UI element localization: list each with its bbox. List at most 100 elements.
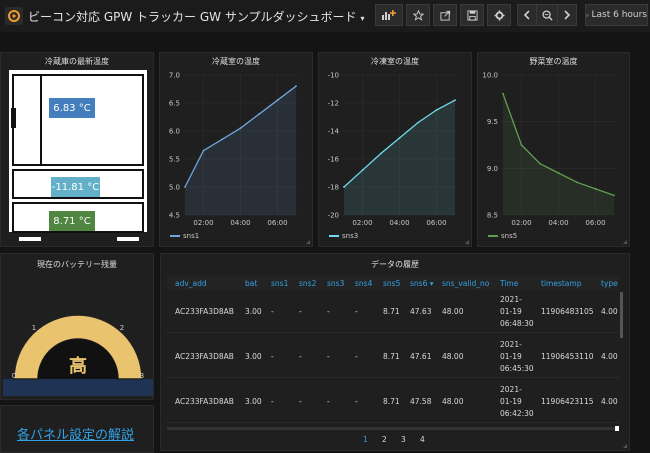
data-point[interactable]	[276, 99, 279, 102]
data-point[interactable]	[380, 152, 382, 155]
column-header[interactable]: Time	[500, 279, 518, 288]
share-icon	[439, 10, 450, 21]
data-point[interactable]	[594, 187, 597, 190]
data-point[interactable]	[417, 121, 419, 124]
data-point[interactable]	[435, 109, 438, 111]
time-range-picker[interactable]: Last 6 hours	[585, 4, 648, 26]
chevron-right-icon	[564, 10, 571, 20]
data-point[interactable]	[576, 181, 578, 184]
table-cell-sns4: -	[355, 397, 358, 406]
data-point[interactable]	[539, 162, 541, 165]
star-button[interactable]	[406, 4, 430, 26]
legend-swatch	[170, 235, 180, 237]
gauge-value: 高	[69, 355, 87, 377]
table-cell-adv-add: AC233FA3D8AB	[175, 307, 234, 316]
column-header[interactable]: sns1	[271, 279, 288, 288]
table-cell-time: 06:42:30	[500, 409, 534, 418]
column-header[interactable]: sns2	[299, 279, 316, 288]
x-tick-label: 04:00	[548, 219, 568, 227]
table-header: adv_add bat sns1 sns2 sns3 sns4 sns5 sns…	[167, 276, 619, 290]
zoom-out-button[interactable]	[536, 4, 558, 26]
data-point[interactable]	[613, 194, 615, 197]
page-link-2[interactable]: 2	[382, 435, 387, 444]
save-button[interactable]	[460, 4, 484, 26]
add-panel-icon	[382, 10, 396, 20]
column-header[interactable]: bat	[245, 279, 257, 288]
data-point[interactable]	[502, 92, 504, 95]
resize-handle[interactable]	[306, 240, 310, 244]
page-link-3[interactable]: 3	[401, 435, 406, 444]
column-header[interactable]: sns4	[355, 279, 372, 288]
table-cell-valid: 48.00	[442, 397, 464, 406]
veg-temp-chart-panel: 野菜室の温度 10.0 9.5 9.0 8.5 02:00 04:00 06:00 sns5	[477, 52, 630, 247]
caret-down-icon[interactable]: ▾	[360, 14, 364, 23]
y-tick-label: -14	[328, 128, 340, 136]
share-button[interactable]	[433, 4, 457, 26]
page-link-4[interactable]: 4	[420, 435, 425, 444]
table-cell-sns4: -	[355, 352, 358, 361]
data-point[interactable]	[202, 149, 205, 152]
settings-button[interactable]	[487, 4, 511, 26]
save-icon	[466, 9, 478, 21]
column-header[interactable]: sns6 ▾	[410, 279, 434, 288]
x-tick-label: 06:00	[267, 219, 287, 227]
vertical-scrollbar[interactable]	[620, 292, 623, 338]
legend-swatch	[488, 235, 498, 237]
data-point[interactable]	[454, 99, 456, 102]
gauge-tick-1: 1	[32, 324, 36, 332]
table-cell-sns1: -	[271, 307, 274, 316]
table-cell-sns6: 47.58	[410, 397, 432, 406]
table-cell-time: 01-19	[500, 352, 522, 361]
time-range-label: Last 6 hours	[591, 10, 648, 20]
resize-handle[interactable]	[465, 240, 469, 244]
panel-guide-link[interactable]: 各パネル設定の解説	[17, 424, 134, 443]
table-row: AC233FA3D8AB 3.00- - - -8.71 47.61 48.00 119064…	[167, 335, 619, 378]
y-tick-label: 5.5	[169, 156, 180, 164]
add-panel-button[interactable]	[375, 4, 403, 26]
y-tick-label: 6.5	[169, 100, 180, 108]
gauge-tick-0: 0	[12, 372, 16, 380]
dashboard-title[interactable]: ビーコン対応 GPW トラッカー GW サンプルダッシュボード ▾	[28, 8, 364, 25]
page-link-1[interactable]: 1	[363, 435, 368, 444]
table-cell-bat: 3.00	[245, 307, 262, 316]
column-header[interactable]: sns_valid_no	[442, 279, 489, 288]
table-cell-type: 4.00	[601, 352, 618, 361]
column-header[interactable]: sns5	[383, 279, 400, 288]
column-header[interactable]: sns3	[327, 279, 344, 288]
time-forward-button[interactable]	[557, 4, 577, 26]
data-point[interactable]	[184, 186, 186, 188]
scrollbar-thumb[interactable]	[615, 426, 619, 431]
table-cell-sns2: -	[299, 307, 302, 316]
y-tick-label: 4.5	[169, 212, 180, 220]
chart-legend[interactable]: sns5	[488, 232, 517, 240]
legend-label: sns5	[501, 232, 518, 240]
x-tick-label: 02:00	[193, 219, 213, 227]
data-point[interactable]	[221, 138, 223, 141]
data-point[interactable]	[520, 144, 523, 146]
data-point[interactable]	[361, 169, 364, 172]
table-cell-sns4: -	[355, 307, 358, 316]
resize-handle[interactable]	[623, 444, 627, 448]
data-point[interactable]	[295, 85, 297, 88]
column-header[interactable]: timestamp	[541, 279, 581, 288]
horizontal-scrollbar[interactable]	[167, 426, 619, 431]
chart-legend[interactable]: sns3	[329, 232, 358, 240]
column-header[interactable]: adv_add	[175, 279, 207, 288]
time-back-button[interactable]	[517, 4, 537, 26]
data-point[interactable]	[557, 172, 560, 174]
table-cell-sns3: -	[327, 397, 330, 406]
dashboard-title-text[interactable]: ビーコン対応 GPW トラッカー GW サンプルダッシュボード	[28, 10, 356, 24]
data-point[interactable]	[343, 186, 345, 188]
chevron-left-icon	[523, 10, 530, 20]
table-cell-timestamp: 11906483105	[541, 307, 594, 316]
data-point[interactable]	[258, 113, 260, 116]
data-point[interactable]	[239, 127, 242, 130]
chart-legend[interactable]: sns1	[170, 232, 199, 240]
legend-label: sns3	[342, 232, 359, 240]
column-header[interactable]: type	[601, 279, 618, 288]
data-point[interactable]	[398, 137, 401, 139]
resize-handle[interactable]	[623, 240, 627, 244]
y-tick-label: 5.0	[169, 184, 180, 192]
battery-panel: 現在のバッテリー残量 高 0 1 2 3	[0, 253, 154, 400]
grafana-logo-icon[interactable]	[5, 7, 23, 25]
